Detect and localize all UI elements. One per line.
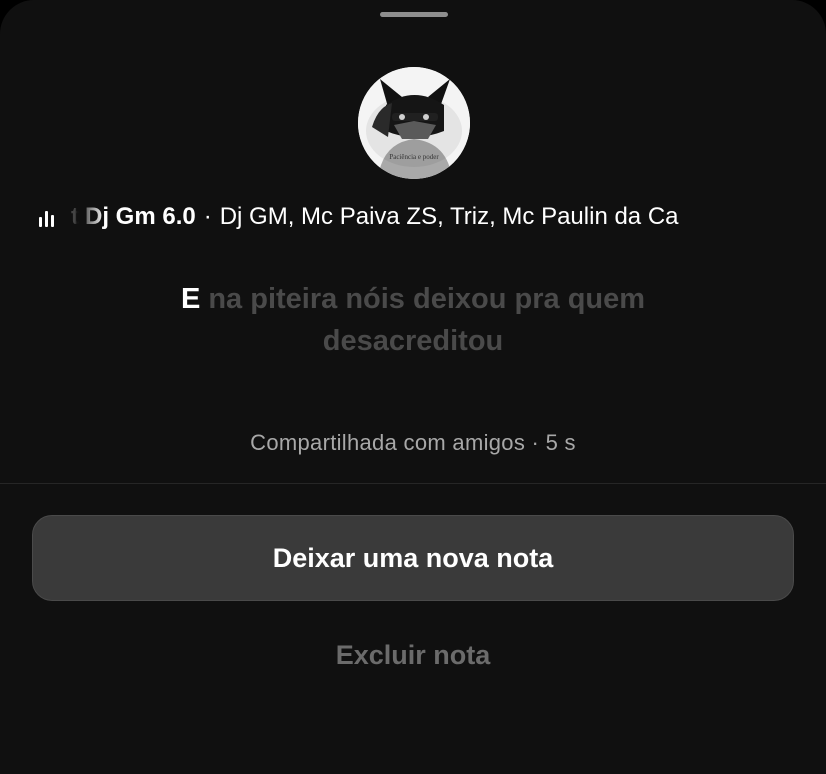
music-info-row[interactable]: t Dj Gm 6.0 · Dj GM, Mc Paiva ZS, Triz, … — [0, 196, 826, 238]
track-separator: · — [203, 203, 212, 230]
delete-note-button[interactable]: Excluir nota — [263, 632, 563, 678]
lyric-active-word: E — [180, 283, 201, 315]
new-note-button[interactable]: Deixar uma nova nota — [32, 515, 794, 601]
track-artists: Dj GM, Mc Paiva ZS, Triz, Mc Paulin da C… — [219, 203, 679, 230]
avatar-caption: Paciência e poder — [389, 153, 439, 161]
avatar-image — [358, 67, 470, 179]
divider — [0, 483, 826, 484]
avatar: Paciência e poder — [358, 67, 470, 179]
track-title: Dj Gm 6.0 — [85, 203, 196, 230]
shared-status: Compartilhada com amigos · 5 s — [250, 430, 576, 455]
lyric-upcoming-text: na piteira nóis deixou pra quem desacred… — [200, 283, 646, 357]
note-bottom-sheet: Paciência e poder t Dj Gm 6.0 · Dj GM, M… — [0, 0, 826, 774]
equalizer-icon — [39, 207, 61, 227]
drag-handle[interactable] — [380, 12, 448, 17]
lyrics-line: E na piteira nóis deixou pra quem desacr… — [100, 278, 726, 362]
track-prefix: t — [71, 203, 79, 230]
